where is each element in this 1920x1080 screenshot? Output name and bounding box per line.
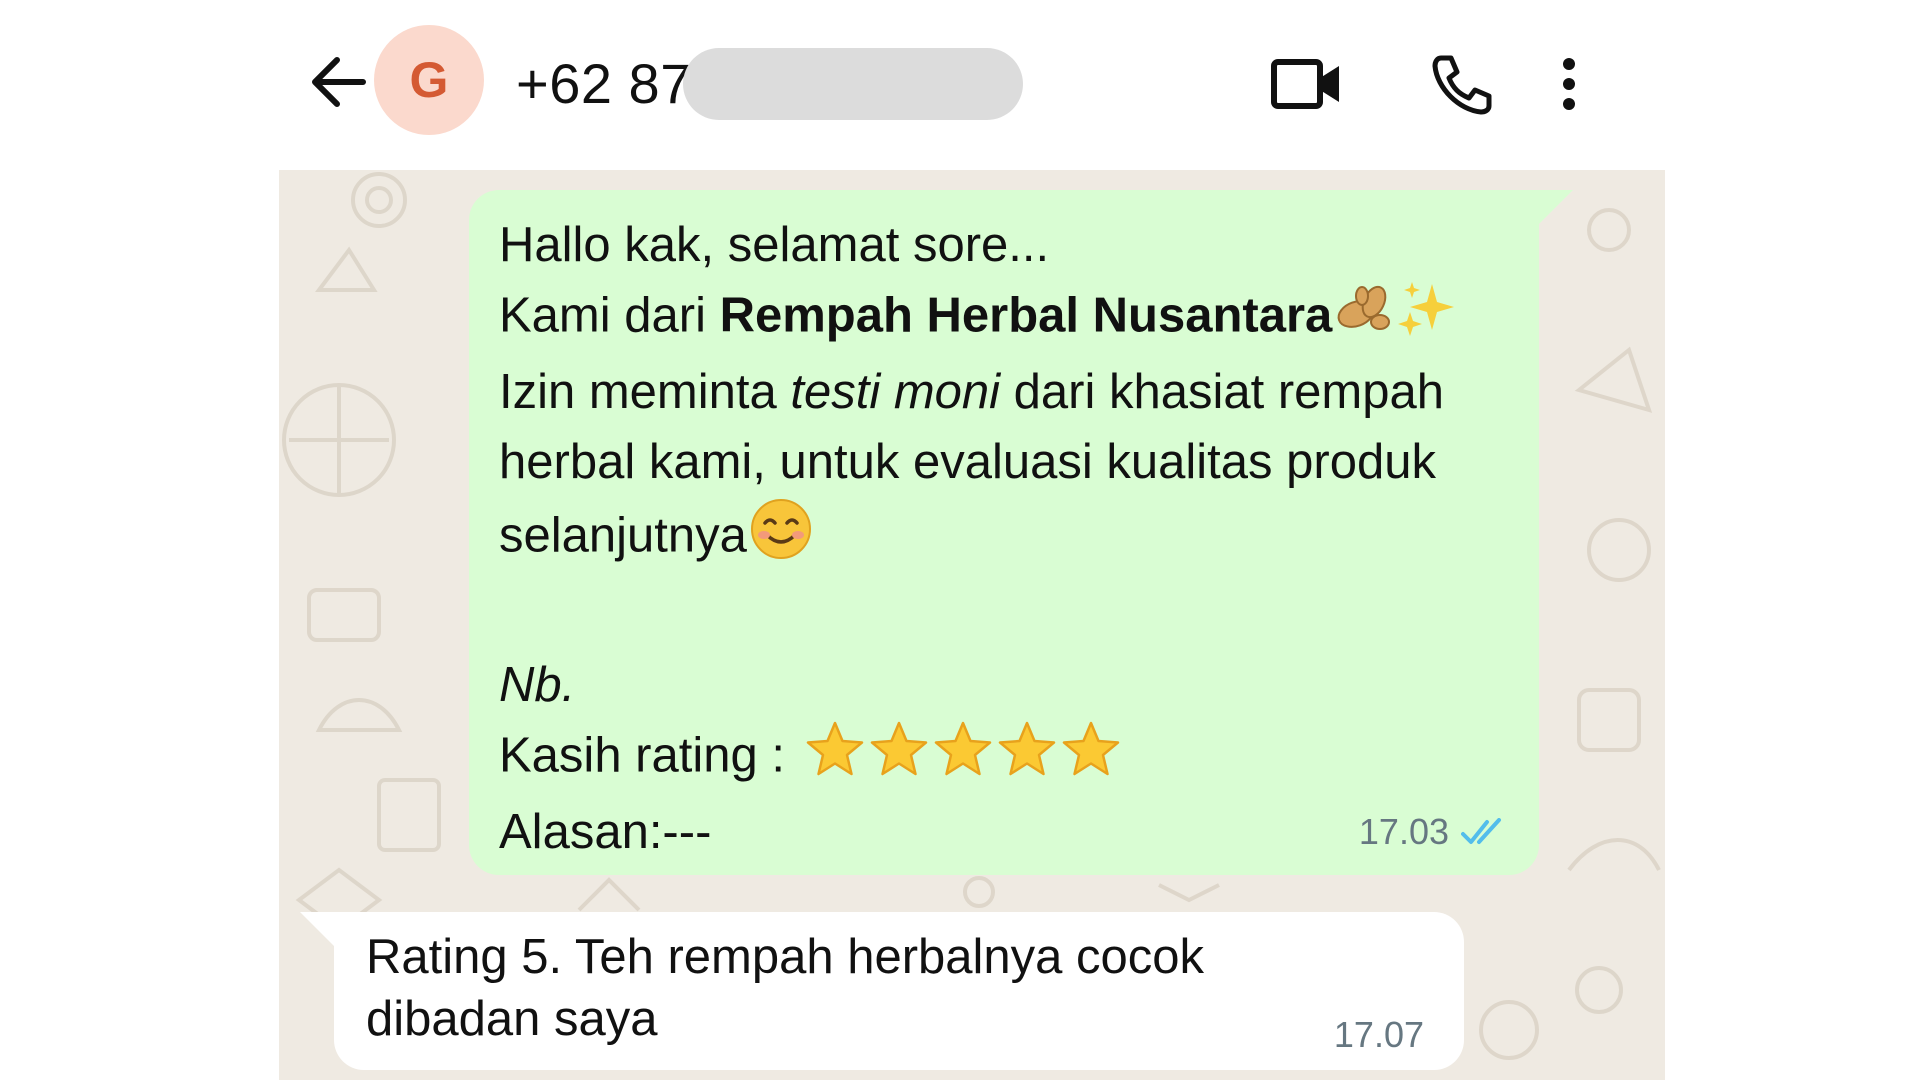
double-check-read-icon [1461,818,1501,844]
message-timestamp: 17.03 [1358,811,1449,852]
message-italic-text: Nb. [499,658,576,712]
outgoing-message-text: Hallo kak, selamat sore... Kami dari Rem… [499,210,1509,867]
smiling-face-emoji-icon [749,497,813,580]
brand-name: Rempah Herbal Nusantara [719,288,1333,343]
message-line: selanjutnya [499,497,1509,580]
message-line: Kami dari Rempah Herbal Nusantara [499,280,1509,357]
message-line: Hallo kak, selamat sore... [499,218,1050,272]
ginger-emoji-icon [1334,280,1396,357]
avatar-initial: G [409,52,449,108]
back-arrow-icon[interactable] [307,52,371,112]
redaction-mask [683,48,1023,120]
message-text: dari khasiat rempah [1000,365,1445,419]
message-line: Izin meminta testi moni dari khasiat rem… [499,357,1509,427]
outgoing-message-bubble[interactable]: Hallo kak, selamat sore... Kami dari Rem… [469,190,1573,875]
outgoing-meta: 17.03 [1359,811,1507,853]
contact-name[interactable]: +62 87 [516,48,692,118]
message-text: selanjutnya [499,508,747,563]
star-emoji-icon [1061,720,1121,797]
video-call-icon[interactable] [1269,46,1345,122]
bubble-tail [300,912,334,946]
message-text: Kami dari [499,288,720,343]
message-line: Nb. [499,650,1509,720]
chat-area[interactable]: Hallo kak, selamat sore... Kami dari Rem… [279,170,1665,1080]
star-emoji-icon [805,720,865,797]
star-emoji-icon [869,720,929,797]
more-options-icon[interactable] [1549,46,1589,122]
incoming-message-bubble[interactable]: Rating 5. Teh rempah herbalnya cocok dib… [300,912,1464,1070]
contact-number: +62 87 [516,51,692,115]
avatar[interactable]: G [374,25,484,135]
bubble-tail [1539,190,1573,224]
star-emoji-icon [997,720,1057,797]
message-italic-text: testi moni [790,365,1001,419]
message-line: herbal kami, untuk evaluasi kualitas pro… [499,435,1436,489]
message-line: dibadan saya [366,992,658,1046]
star-emoji-icon [933,720,993,797]
message-line: Alasan:--- [499,805,712,859]
message-text: Kasih rating : [499,728,799,783]
voice-call-icon[interactable] [1425,46,1501,122]
chat-header: G +62 87 [279,0,1665,170]
message-line: Kasih rating : [499,720,1509,797]
rating-stars [799,721,1121,782]
incoming-message-text: Rating 5. Teh rempah herbalnya cocok dib… [366,926,1266,1050]
sparkles-emoji-icon [1398,280,1458,357]
message-text: Izin meminta [499,365,791,419]
message-timestamp: 17.07 [1333,1014,1424,1055]
message-line: Rating 5. Teh rempah herbalnya cocok [366,930,1205,984]
